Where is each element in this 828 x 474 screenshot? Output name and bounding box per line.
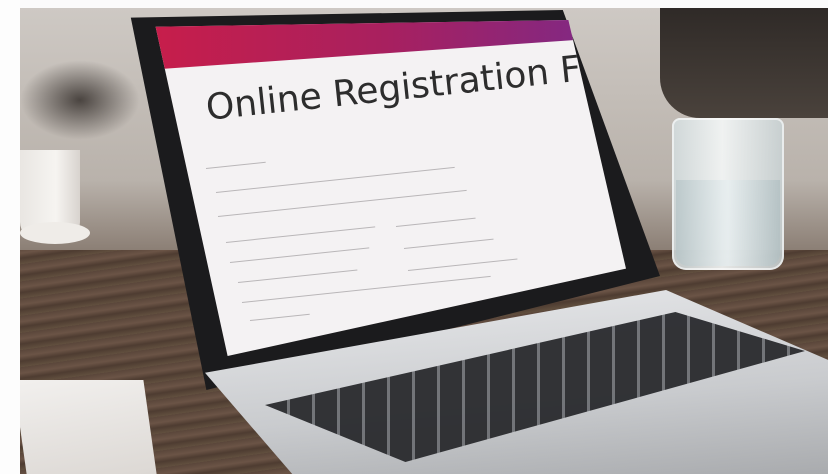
photo-border-top: [0, 0, 828, 8]
form-field-line: [407, 258, 518, 271]
form-field-line: [229, 247, 370, 263]
form-field-line: [395, 217, 476, 227]
background-blur: [20, 60, 140, 140]
form-field-line: [205, 161, 266, 169]
form-field-line: [403, 238, 494, 249]
notebook: [13, 380, 157, 474]
form-field-line: [249, 313, 310, 321]
photo-border-left: [0, 0, 20, 474]
saucer: [20, 222, 90, 244]
form-field-line: [225, 226, 376, 243]
form-field-line: [217, 189, 467, 217]
photo-scene: Online Registration Form: [0, 0, 828, 474]
glass-water: [676, 180, 780, 266]
form-field-line: [215, 166, 455, 193]
form-field-line: [237, 269, 358, 283]
form-field-line: [241, 275, 491, 303]
background-object: [660, 8, 828, 118]
